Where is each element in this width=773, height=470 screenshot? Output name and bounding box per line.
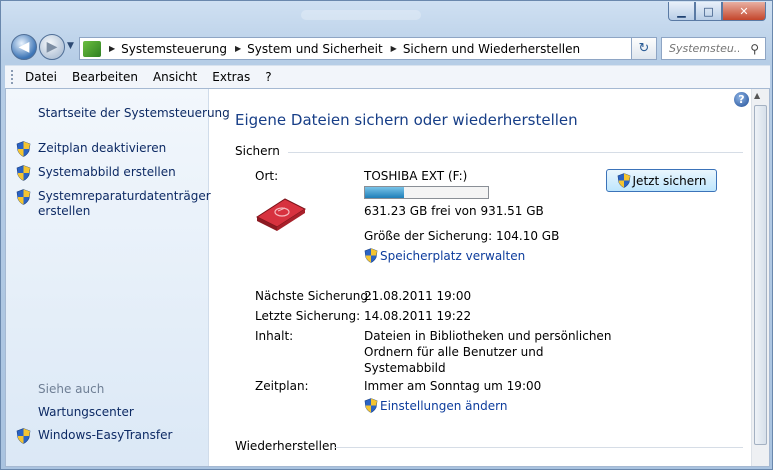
uac-shield-icon	[617, 173, 630, 188]
minimize-button[interactable]: ▁	[668, 2, 695, 21]
uac-shield-icon	[364, 248, 378, 263]
breadcrumb-item-system-sicherheit[interactable]: System und Sicherheit	[247, 42, 383, 56]
content-area: Startseite der Systemsteuerung Zeitplan …	[5, 88, 770, 467]
sidebar-task-create-repair-disc[interactable]: Systemreparaturdatenträger erstellen	[38, 189, 211, 219]
refresh-button[interactable]: ↻	[631, 37, 657, 60]
menu-help[interactable]: ?	[265, 70, 271, 84]
sidebar-task-disable-schedule[interactable]: Zeitplan deaktivieren	[38, 141, 166, 156]
search-icon[interactable]: ⚲	[750, 42, 759, 56]
breadcrumb-item-sichern[interactable]: Sichern und Wiederherstellen	[403, 42, 580, 56]
external-drive-icon	[255, 198, 307, 231]
breadcrumb-separator-icon[interactable]: ▶	[235, 44, 241, 53]
search-box[interactable]: ⚲	[661, 37, 766, 60]
window-controls: ▁ □ ✕	[668, 2, 766, 21]
window: ▁ □ ✕ ◀ ▶ ▼ ▶ Systemsteuerung ▶ System u…	[0, 0, 773, 470]
uac-shield-icon	[364, 398, 378, 413]
sidebar-link-home[interactable]: Startseite der Systemsteuerung	[38, 106, 230, 121]
change-settings-link[interactable]: Einstellungen ändern	[364, 398, 507, 413]
breadcrumb-separator-icon[interactable]: ▶	[391, 44, 397, 53]
scrollbar-thumb[interactable]	[754, 105, 767, 445]
manage-space-link-text[interactable]: Speicherplatz verwalten	[380, 249, 525, 263]
window-title-glow	[301, 10, 421, 20]
refresh-icon: ↻	[638, 41, 650, 56]
sidebar-link-action-center[interactable]: Wartungscenter	[38, 405, 134, 420]
menu-bar: Datei Bearbeiten Ansicht Extras ?	[5, 65, 770, 88]
vertical-scrollbar[interactable]: ▲	[751, 89, 769, 466]
breadcrumb: ▶ Systemsteuerung ▶ System und Sicherhei…	[101, 42, 580, 56]
sidebar-link-easy-transfer[interactable]: Windows-EasyTransfer	[38, 428, 172, 443]
location-label: Ort:	[255, 169, 279, 183]
last-backup-value: 14.08.2011 19:22	[364, 309, 472, 323]
schedule-label: Zeitplan:	[255, 379, 309, 393]
section-divider	[288, 152, 743, 153]
see-also-heading: Siehe auch	[38, 382, 105, 396]
arrow-right-icon: ▶	[46, 39, 58, 55]
contents-value-line-1: Dateien in Bibliotheken und persönlichen	[364, 329, 612, 343]
change-settings-link-text[interactable]: Einstellungen ändern	[380, 399, 507, 413]
next-backup-label: Nächste Sicherung:	[255, 289, 373, 303]
uac-shield-icon	[16, 428, 31, 444]
menu-grip	[11, 70, 15, 84]
menu-ansicht[interactable]: Ansicht	[153, 70, 197, 84]
close-button[interactable]: ✕	[722, 2, 766, 21]
schedule-value: Immer am Sonntag um 19:00	[364, 379, 542, 393]
last-backup-label: Letzte Sicherung:	[255, 309, 361, 323]
forward-button[interactable]: ▶	[39, 34, 65, 60]
uac-shield-icon	[16, 141, 31, 157]
backup-size-text: Größe der Sicherung: 104.10 GB	[364, 229, 560, 243]
search-input[interactable]	[669, 42, 739, 55]
contents-label: Inhalt:	[255, 329, 294, 343]
menu-bearbeiten[interactable]: Bearbeiten	[72, 70, 138, 84]
drive-name: TOSHIBA EXT (F:)	[364, 169, 468, 183]
page-title: Eigene Dateien sichern oder wiederherste…	[235, 111, 578, 129]
main-panel: Eigene Dateien sichern oder wiederherste…	[210, 89, 749, 466]
restore-section-heading: Wiederherstellen	[235, 439, 337, 453]
sidebar: Startseite der Systemsteuerung Zeitplan …	[6, 89, 230, 466]
breadcrumb-separator-icon[interactable]: ▶	[109, 44, 115, 53]
drive-usage-bar	[364, 186, 489, 199]
back-button[interactable]: ◀	[11, 34, 37, 60]
maximize-button[interactable]: □	[695, 2, 722, 21]
control-panel-icon	[83, 40, 101, 57]
backup-now-button[interactable]: Jetzt sichern	[606, 169, 717, 192]
contents-value-line-3: Systemabbild	[364, 361, 446, 375]
next-backup-value: 21.08.2011 19:00	[364, 289, 472, 303]
manage-space-link[interactable]: Speicherplatz verwalten	[364, 248, 525, 263]
menu-extras[interactable]: Extras	[212, 70, 250, 84]
address-bar[interactable]: ▶ Systemsteuerung ▶ System und Sicherhei…	[79, 37, 655, 60]
free-space-text: 631.23 GB frei von 931.51 GB	[364, 204, 544, 218]
navigation-bar: ◀ ▶ ▼ ▶ Systemsteuerung ▶ System und Sic…	[1, 31, 772, 65]
help-icon[interactable]: ?	[734, 92, 749, 107]
arrow-left-icon: ◀	[18, 39, 30, 55]
section-divider	[335, 447, 743, 448]
breadcrumb-item-systemsteuerung[interactable]: Systemsteuerung	[121, 42, 227, 56]
backup-now-label: Jetzt sichern	[632, 173, 707, 188]
sidebar-task-create-system-image[interactable]: Systemabbild erstellen	[38, 165, 176, 180]
title-bar: ▁ □ ✕	[1, 1, 772, 31]
scroll-up-icon[interactable]: ▲	[754, 91, 760, 100]
menu-datei[interactable]: Datei	[25, 70, 57, 84]
recent-pages-dropdown[interactable]: ▼	[67, 41, 74, 51]
backup-section-heading: Sichern	[235, 144, 280, 158]
uac-shield-icon	[16, 189, 31, 205]
contents-value-line-2: Ordnern für alle Benutzer und	[364, 345, 544, 359]
drive-usage-fill	[365, 187, 405, 198]
uac-shield-icon	[16, 165, 31, 181]
